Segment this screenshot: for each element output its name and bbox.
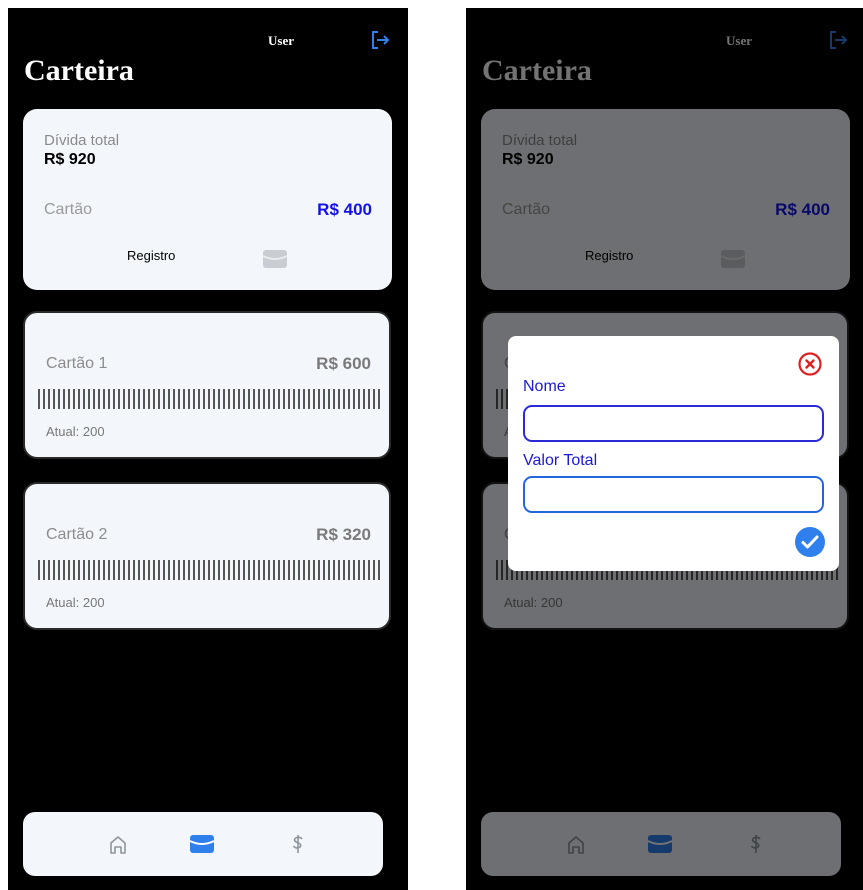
- wallet-screen: User Carteira Dívida total R$ 920 Cartão…: [8, 8, 408, 890]
- page-title: Carteira: [24, 54, 134, 87]
- card-current: Atual: 200: [46, 424, 105, 439]
- home-icon: [110, 836, 126, 854]
- card-value: R$ 600: [316, 354, 371, 373]
- nav-home-button[interactable]: [105, 832, 131, 856]
- nome-input[interactable]: [523, 405, 824, 442]
- credit-card-1[interactable]: Cartão 1 R$ 600 Atual: 200: [23, 311, 391, 459]
- nome-label: Nome: [523, 378, 566, 395]
- close-icon: [798, 352, 822, 376]
- nav-dollar-button[interactable]: [285, 832, 311, 856]
- card-total-label: Cartão: [44, 201, 93, 218]
- wallet-icon[interactable]: [263, 250, 287, 268]
- progress-barcode: [38, 389, 380, 409]
- modal-backdrop[interactable]: Nome Valor Total: [466, 8, 863, 890]
- card-name: Cartão 1: [46, 355, 108, 372]
- credit-card-2[interactable]: Cartão 2 R$ 320 Atual: 200: [23, 482, 391, 630]
- registro-button[interactable]: Registro: [127, 248, 175, 263]
- total-debt-label: Dívida total: [44, 132, 120, 149]
- nav-wallet-button[interactable]: [189, 832, 215, 856]
- wallet-icon: [189, 835, 215, 853]
- bottom-nav: [23, 812, 383, 876]
- check-icon: [795, 527, 825, 557]
- valor-total-label: Valor Total: [523, 452, 598, 469]
- close-button[interactable]: [797, 351, 823, 377]
- summary-card: Dívida total R$ 920 Cartão R$ 400 Regist…: [23, 109, 392, 290]
- card-current: Atual: 200: [46, 595, 105, 610]
- total-debt-value: R$ 920: [44, 151, 96, 168]
- add-card-modal: Nome Valor Total: [508, 336, 839, 571]
- card-total-value: R$ 400: [317, 200, 372, 219]
- confirm-button[interactable]: [794, 526, 826, 558]
- valor-total-input[interactable]: [523, 476, 824, 513]
- wallet-screen-modal: User Carteira Dívida total R$ 920 Cartão…: [466, 8, 863, 890]
- user-label: User: [268, 33, 294, 48]
- logout-icon[interactable]: [368, 28, 392, 52]
- progress-barcode: [38, 560, 380, 580]
- card-value: R$ 320: [316, 525, 371, 544]
- dollar-icon: [292, 835, 303, 853]
- card-name: Cartão 2: [46, 526, 108, 543]
